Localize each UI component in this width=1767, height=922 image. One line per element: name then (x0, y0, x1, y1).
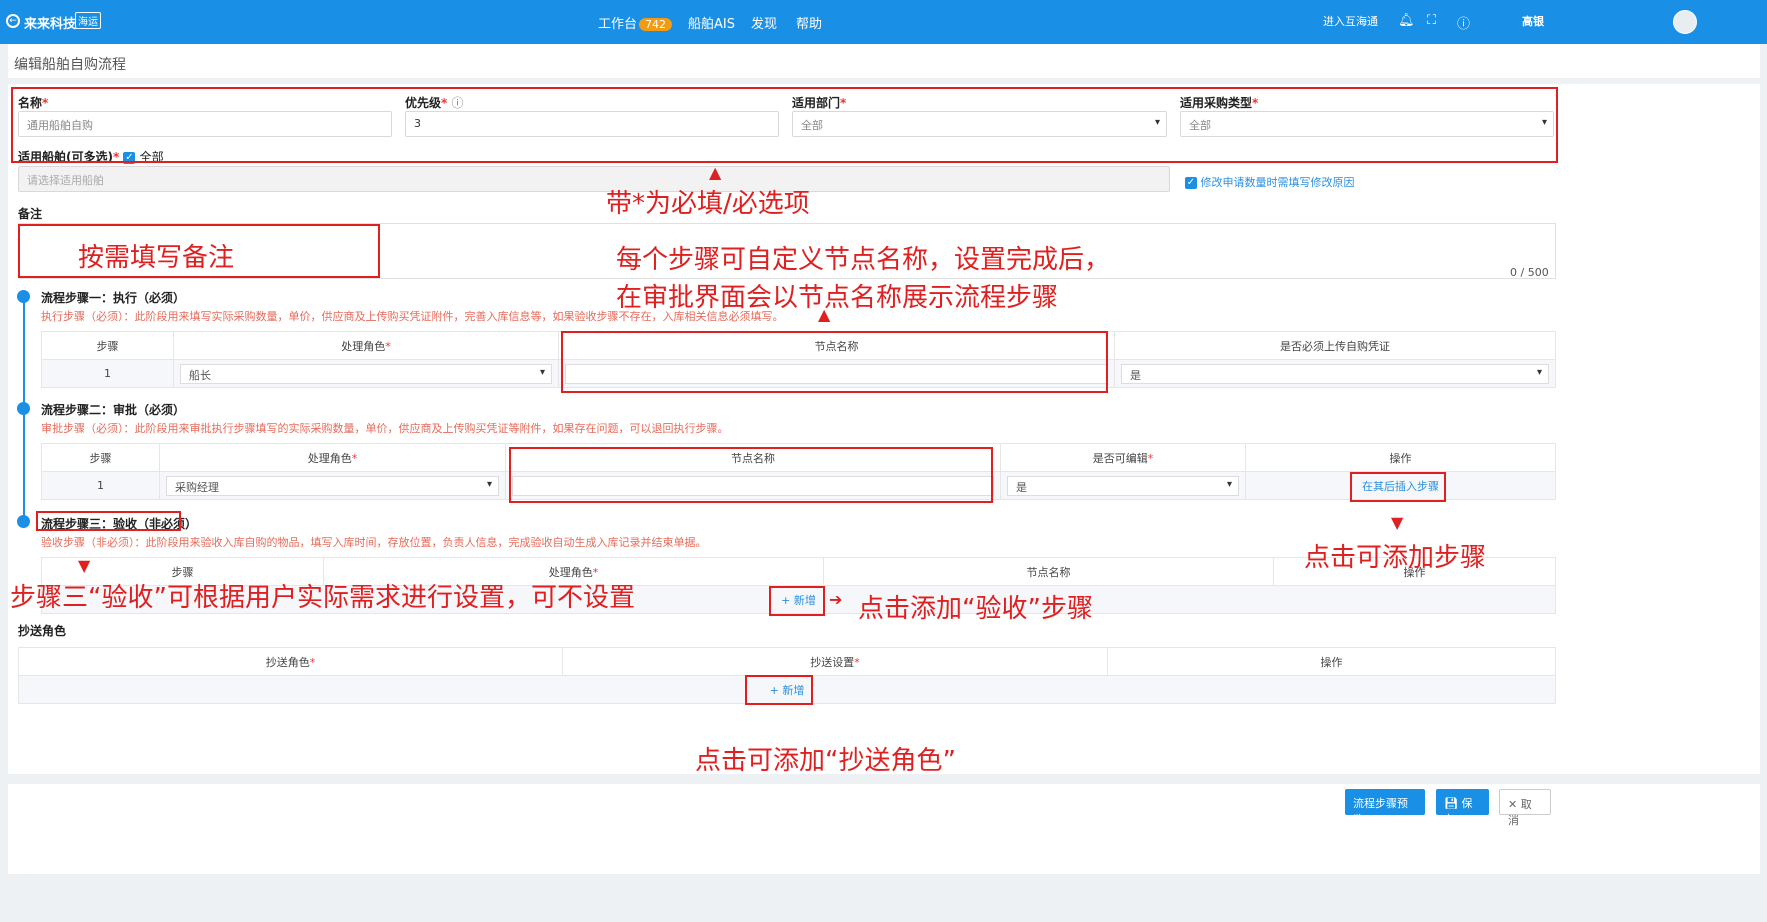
col-action: 操作 (1245, 443, 1556, 472)
editable-cell: 是 ▾ (1000, 471, 1246, 500)
cc-add-box (745, 675, 813, 705)
col-cc-role: 抄送角色* (18, 647, 563, 676)
step3-dot (17, 515, 30, 528)
preview-button[interactable]: 流程步骤预览 (1345, 789, 1425, 826)
cc-title: 抄送角色 (18, 624, 67, 638)
node-name-box2 (509, 447, 993, 503)
logo-sub: 海运 (75, 12, 101, 29)
role-cell: 采购经理 ▾ (159, 471, 506, 500)
chevron-down-icon: ▾ (539, 366, 545, 378)
annotation-add-step: 点击可添加步骤 (1304, 543, 1487, 573)
arrow-right-icon: ➔ (829, 590, 843, 609)
company-logo[interactable]: 来来科技 (24, 13, 76, 32)
enter-hudhaitong-link[interactable]: 进入互海通 (1323, 13, 1378, 29)
step3-desc: 验收步骤（非必须）：此阶段用来验收入库自购的物品，填写入库时间，存放位置，负责人… (41, 536, 707, 549)
upload-select[interactable]: 是 ▾ (1121, 363, 1549, 384)
back-icon[interactable]: ← (6, 14, 20, 28)
col-role: 处理角色* (173, 331, 559, 360)
annotation-step3: 步骤三“验收”可根据用户实际需求进行设置，可不设置 (10, 583, 635, 613)
role-select[interactable]: 采购经理 ▾ (166, 475, 499, 496)
help-icon[interactable]: ⓘ (1457, 13, 1470, 32)
col-cc-setting: 抄送设置* (562, 647, 1108, 676)
col-upload: 是否必须上传自购凭证 (1114, 331, 1556, 360)
annotation-required: 带*为必填/必选项 (606, 189, 810, 219)
step2-desc: 审批步骤（必须）：此阶段用来审批执行步骤填写的实际采购数量，单价，供应商及上传购… (41, 422, 729, 435)
role-cell: 船长 ▾ (173, 359, 559, 388)
save-button[interactable]: 💾︎ 保存 (1436, 789, 1489, 826)
cancel-button[interactable]: ✕ 取消 (1499, 789, 1551, 827)
bell-icon[interactable]: 🔔︎ (1398, 13, 1415, 28)
step2-dot (17, 402, 30, 415)
col-step: 步骤 (41, 331, 174, 360)
chevron-down-icon: ▾ (1226, 478, 1232, 490)
col-role: 处理角色* (159, 443, 506, 472)
chevron-down-icon: ▾ (486, 478, 492, 490)
top-navbar: ← 来来科技 海运 工作台 742 船舶AIS 发现 帮助 进入互海通 🔔︎ ⛶ … (0, 0, 1767, 44)
step2-title: 流程步骤二：审批（必须） (41, 403, 186, 417)
nav-ship-ais[interactable]: 船舶AIS (688, 13, 735, 32)
annotation-remark: 按需填写备注 (78, 243, 235, 273)
page-title: 编辑船舶自购流程 (14, 57, 126, 73)
annotation-add-accept: 点击添加“验收”步骤 (858, 594, 1093, 624)
step-number: 1 (41, 359, 174, 388)
upload-cell: 是 ▾ (1114, 359, 1556, 388)
col-node: 节点名称 (823, 557, 1274, 586)
nav-help[interactable]: 帮助 (796, 13, 822, 32)
step3-title-box (36, 511, 181, 531)
nav-workbench[interactable]: 工作台 742 (598, 13, 673, 32)
reason-checkbox[interactable]: ✓ (1185, 177, 1197, 189)
step1-dot (17, 290, 30, 303)
fullscreen-icon[interactable]: ⛶ (1427, 13, 1436, 28)
ships-input[interactable]: 请选择适用船舶 (18, 166, 1170, 192)
insert-step-box (1350, 472, 1446, 502)
arrow-down-icon: ▼ (1391, 513, 1404, 532)
user-name[interactable]: 高银 (1522, 13, 1544, 29)
close-icon: ✕ (1508, 798, 1518, 811)
node-name-box1 (561, 331, 1108, 393)
remark-counter: 0 / 500 (1510, 266, 1549, 279)
nav-discover[interactable]: 发现 (751, 13, 777, 32)
col-editable: 是否可编辑* (1000, 443, 1246, 472)
col-action: 操作 (1107, 647, 1556, 676)
arrow-down-icon: ▼ (78, 556, 91, 575)
editable-select[interactable]: 是 ▾ (1007, 475, 1239, 496)
save-icon: 💾︎ (1444, 797, 1458, 810)
reason-hint[interactable]: ✓ 修改申请数量时需填写修改原因 (1185, 174, 1355, 190)
avatar[interactable] (1673, 10, 1697, 34)
title-divider (8, 78, 1760, 84)
step1-title: 流程步骤一：执行（必须） (41, 291, 186, 305)
annotation-node-line1: 每个步骤可自定义节点名称，设置完成后， (616, 245, 1111, 275)
workbench-badge: 742 (639, 18, 673, 31)
step3-add-box (769, 586, 825, 616)
role-select[interactable]: 船长 ▾ (180, 363, 552, 384)
chevron-down-icon: ▾ (1536, 366, 1542, 378)
annotation-node-line2: 在审批界面会以节点名称展示流程步骤 (616, 283, 1059, 313)
step-number: 1 (41, 471, 160, 500)
annotation-add-cc: 点击可添加“抄送角色” (695, 746, 956, 776)
remark-label: 备注 (18, 207, 43, 221)
arrow-up-icon: ▲ (709, 163, 722, 182)
col-step: 步骤 (41, 443, 160, 472)
required-fields-box (11, 87, 1558, 163)
